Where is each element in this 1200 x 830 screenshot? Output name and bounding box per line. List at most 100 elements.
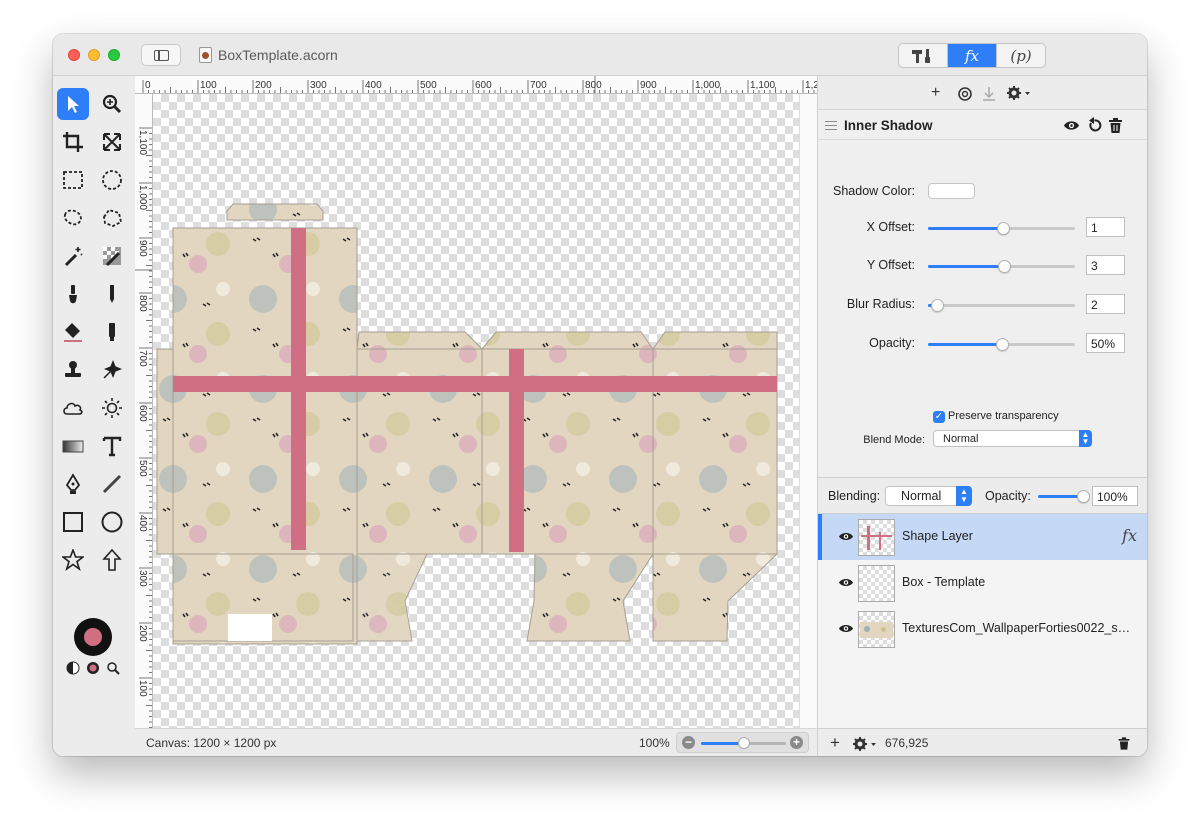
blend-mode-label: Blend Mode: bbox=[863, 434, 925, 446]
layer-row[interactable]: TexturesCom_WallpaperForties0022_s… bbox=[818, 606, 1147, 652]
shape-cloud-tool[interactable] bbox=[57, 392, 89, 424]
blending-select[interactable]: Normal ▲ ▼ bbox=[885, 486, 972, 506]
sidebar-toggle-button[interactable] bbox=[141, 44, 181, 66]
layer-visibility-eye-icon[interactable] bbox=[838, 577, 854, 588]
default-colors-icon[interactable] bbox=[86, 661, 100, 675]
layer-visibility-eye-icon[interactable] bbox=[838, 531, 854, 542]
param-value-field[interactable]: 50% bbox=[1086, 333, 1125, 353]
color-well[interactable] bbox=[74, 618, 112, 656]
image-canvas[interactable] bbox=[153, 94, 799, 728]
paint-bucket-tool[interactable] bbox=[57, 316, 89, 348]
magic-wand-tool[interactable] bbox=[57, 240, 89, 272]
gradient-tool[interactable] bbox=[57, 430, 89, 462]
zoom-tool[interactable] bbox=[96, 88, 128, 120]
ruler-label: 500 bbox=[420, 80, 437, 91]
param-value-field[interactable]: 2 bbox=[1086, 294, 1125, 314]
visibility-eye-icon[interactable] bbox=[1063, 117, 1080, 134]
param-slider-knob[interactable] bbox=[996, 222, 1010, 235]
tab-fx[interactable]: fx bbox=[948, 44, 997, 67]
pencil-tool[interactable] bbox=[96, 278, 128, 310]
swap-colors-icon[interactable] bbox=[66, 661, 80, 675]
download-icon[interactable] bbox=[982, 86, 996, 102]
line-tool[interactable] bbox=[96, 468, 128, 500]
cloud-icon bbox=[63, 402, 83, 415]
drag-handle-icon[interactable] bbox=[825, 121, 837, 130]
param-slider-knob[interactable] bbox=[930, 299, 944, 312]
zoom-out-icon[interactable]: − bbox=[682, 736, 695, 749]
layer-gear-icon[interactable] bbox=[852, 736, 878, 752]
filter-inspector: Inner Shadow Shadow Color: X Offset: 1 Y O… bbox=[818, 110, 1147, 478]
rectangle-tool[interactable] bbox=[57, 506, 89, 538]
param-value-field[interactable]: 3 bbox=[1086, 255, 1125, 275]
cursor-coordinates: 676,925 bbox=[885, 736, 929, 750]
brush-tool[interactable] bbox=[57, 278, 89, 310]
zoom-slider[interactable] bbox=[701, 737, 786, 749]
param-slider[interactable] bbox=[928, 260, 1075, 273]
zoom-in-icon[interactable]: + bbox=[790, 736, 803, 749]
clone-stamp-tool[interactable] bbox=[57, 354, 89, 386]
tab-properties[interactable]: (p) bbox=[997, 44, 1045, 67]
chevron-updown-icon: ▲ ▼ bbox=[956, 486, 972, 506]
param-slider[interactable] bbox=[928, 299, 1075, 312]
pen-icon bbox=[65, 473, 81, 494]
ruler-label: 600 bbox=[137, 405, 148, 422]
retouch-tool[interactable] bbox=[96, 354, 128, 386]
ellipse-marquee-tool[interactable] bbox=[96, 164, 128, 196]
polygon-lasso-tool[interactable] bbox=[96, 202, 128, 234]
zoom-window-button[interactable] bbox=[108, 49, 120, 61]
smudge-tool[interactable] bbox=[96, 316, 128, 348]
param-slider[interactable] bbox=[928, 338, 1075, 351]
polygon-lasso-icon bbox=[103, 208, 123, 227]
delete-layer-icon[interactable] bbox=[1117, 736, 1131, 751]
resize-tool[interactable] bbox=[96, 126, 128, 158]
layer-opacity-slider[interactable] bbox=[1038, 490, 1090, 503]
layer-opacity-slider-knob[interactable] bbox=[1077, 490, 1090, 503]
oval-tool[interactable] bbox=[96, 506, 128, 538]
trash-icon[interactable] bbox=[1107, 117, 1124, 134]
param-value-field[interactable]: 1 bbox=[1086, 217, 1125, 237]
layer-blending-row: Blending: Normal ▲ ▼ Opacity: 100% bbox=[818, 478, 1147, 514]
color-picker-zoom-icon[interactable] bbox=[106, 661, 120, 675]
close-window-button[interactable] bbox=[68, 49, 80, 61]
param-slider[interactable] bbox=[928, 222, 1075, 235]
gear-icon[interactable] bbox=[1006, 85, 1032, 101]
zoom-slider-knob[interactable] bbox=[737, 737, 750, 749]
inspector-segmented-control: fx (p) bbox=[898, 43, 1046, 68]
select-tool[interactable] bbox=[57, 88, 89, 120]
lasso-tool[interactable] bbox=[57, 202, 89, 234]
background-color-swatch[interactable] bbox=[84, 628, 102, 646]
shadow-color-label: Shadow Color: bbox=[833, 184, 915, 198]
filter-preset-icon[interactable] bbox=[957, 86, 973, 102]
preserve-transparency-checkbox[interactable]: ✓ bbox=[933, 411, 945, 423]
star-icon bbox=[62, 549, 84, 571]
layer-row[interactable]: Shape Layer fx bbox=[818, 514, 1147, 560]
layers-footer: + 676,925 bbox=[818, 728, 1147, 756]
layer-opacity-field[interactable]: 100% bbox=[1092, 486, 1138, 506]
minimize-window-button[interactable] bbox=[88, 49, 100, 61]
layer-row[interactable]: Box - Template bbox=[818, 560, 1147, 606]
layer-opacity-label: Opacity: bbox=[985, 489, 1031, 503]
param-slider-knob[interactable] bbox=[995, 338, 1009, 351]
blend-mode-select[interactable]: Normal ▲ ▼ bbox=[933, 430, 1092, 447]
add-filter-icon[interactable]: + bbox=[931, 84, 940, 102]
star-tool[interactable] bbox=[57, 544, 89, 576]
lasso-icon bbox=[63, 209, 82, 226]
layer-visibility-eye-icon[interactable] bbox=[838, 623, 854, 634]
shape-sun-tool[interactable] bbox=[96, 392, 128, 424]
add-layer-icon[interactable]: + bbox=[830, 733, 840, 753]
layer-fx-badge[interactable]: fx bbox=[1122, 526, 1137, 545]
reset-icon[interactable] bbox=[1086, 117, 1103, 134]
text-tool[interactable] bbox=[96, 430, 128, 462]
param-slider-fill bbox=[928, 265, 1005, 268]
crop-tool[interactable] bbox=[57, 126, 89, 158]
tab-tools[interactable] bbox=[899, 44, 948, 67]
pen-tool[interactable] bbox=[57, 468, 89, 500]
rect-marquee-tool[interactable] bbox=[57, 164, 89, 196]
shadow-color-swatch[interactable] bbox=[928, 183, 975, 199]
ruler-label: 1,000 bbox=[695, 80, 721, 91]
arrow-tool[interactable] bbox=[96, 544, 128, 576]
instant-alpha-tool[interactable] bbox=[96, 240, 128, 272]
ruler-label: 200 bbox=[137, 625, 148, 642]
param-slider-knob[interactable] bbox=[998, 260, 1012, 273]
vertical-scrollbar[interactable] bbox=[799, 94, 817, 728]
